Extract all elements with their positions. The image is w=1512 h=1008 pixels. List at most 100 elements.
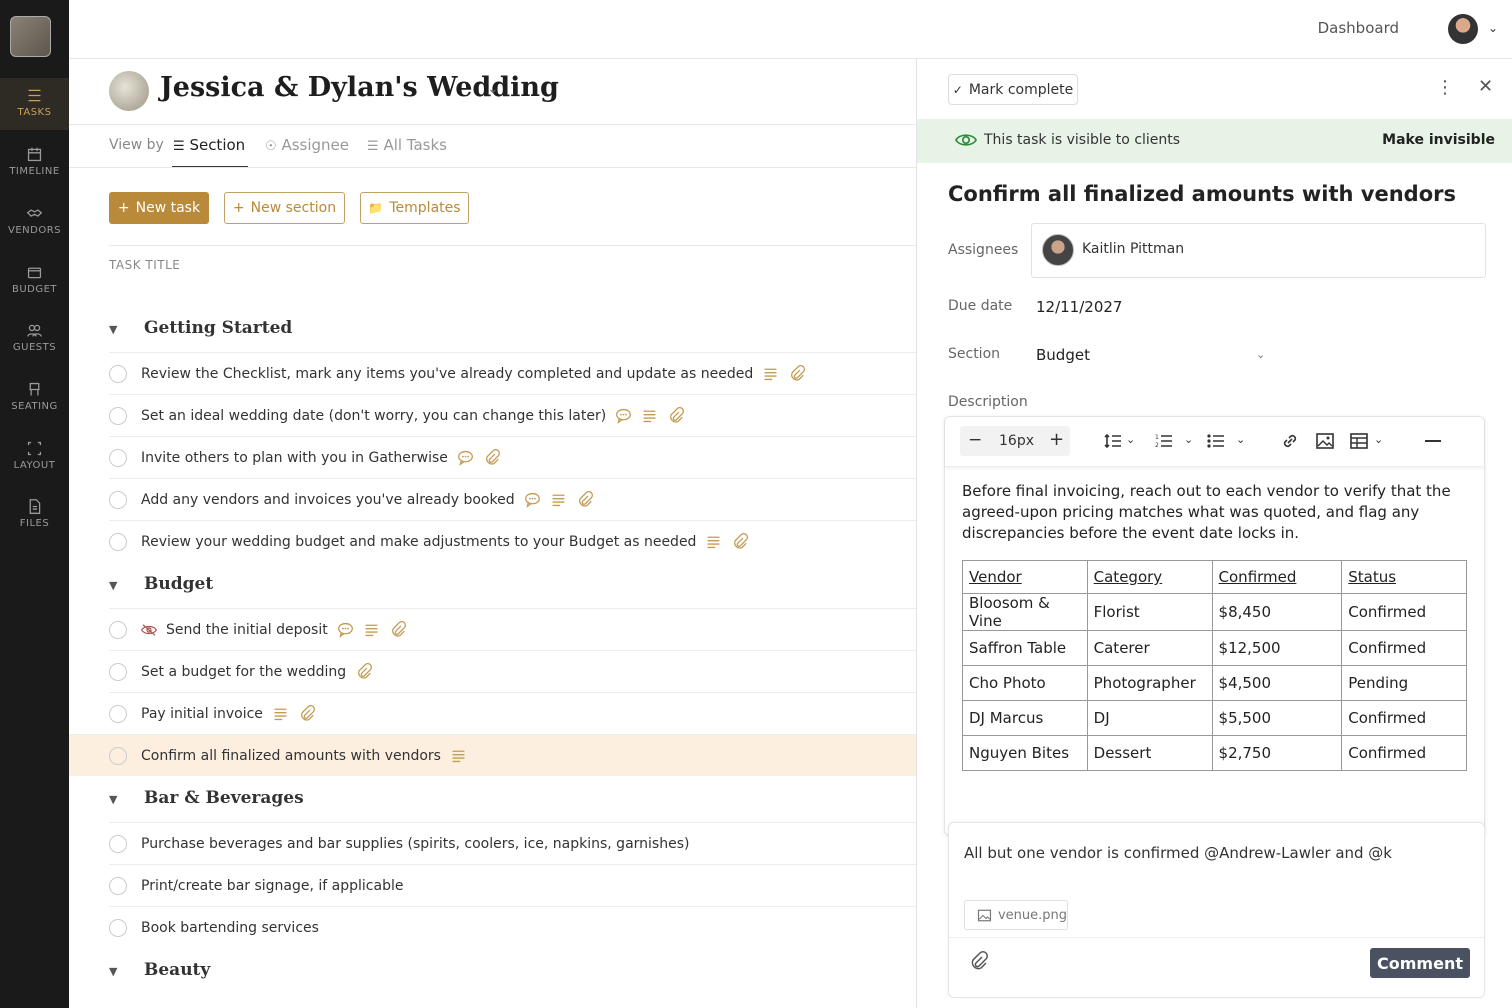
task-row[interactable]: Set an ideal wedding date (don't worry, …	[109, 394, 916, 436]
sidebar-item-budget[interactable]: BUDGET	[0, 255, 69, 307]
sidebar-item-guests[interactable]: GUESTS	[0, 313, 69, 365]
more-options-icon[interactable]: ⋮	[1436, 77, 1454, 98]
description-editor[interactable]: − 16px + ⌄ 12 ⌄ ⌄ ⌄ Before final invoici…	[944, 416, 1485, 836]
due-date-field[interactable]: 12/11/2027	[1036, 298, 1122, 316]
collapse-triangle-icon[interactable]: ▼	[109, 965, 144, 978]
table-cell[interactable]: DJ	[1086, 700, 1213, 736]
task-complete-checkbox[interactable]	[109, 834, 127, 853]
table-cell[interactable]: $5,500	[1211, 700, 1343, 736]
table-header-cell[interactable]: Confirmed	[1211, 560, 1343, 594]
task-row[interactable]: Review the Checklist, mark any items you…	[109, 352, 916, 394]
table-icon[interactable]	[1349, 431, 1369, 455]
make-invisible-button[interactable]: Make invisible	[1382, 132, 1495, 148]
table-cell[interactable]: Cho Photo	[962, 665, 1088, 701]
attachment-chip[interactable]: venue.png	[964, 900, 1068, 930]
table-cell[interactable]: Saffron Table	[962, 630, 1088, 666]
task-row[interactable]: Book bartending services	[109, 906, 916, 948]
task-complete-checkbox[interactable]	[109, 746, 127, 765]
description-text[interactable]: Before final invoicing, reach out to eac…	[962, 481, 1472, 544]
table-cell[interactable]: Confirmed	[1341, 700, 1467, 736]
project-title[interactable]: Jessica & Dylan's Wedding	[160, 72, 559, 103]
sidebar-item-layout[interactable]: LAYOUT	[0, 431, 69, 483]
table-cell[interactable]: Pending	[1341, 665, 1467, 701]
chevron-down-icon[interactable]: ⌄	[1184, 433, 1193, 446]
plus-icon[interactable]: +	[1049, 429, 1064, 450]
new-section-button[interactable]: + New section	[224, 192, 345, 224]
chevron-down-icon[interactable]: ⌄	[1374, 433, 1383, 446]
section-header[interactable]: ▼ Bar & Beverages	[109, 788, 304, 808]
mark-complete-button[interactable]: ✓ Mark complete	[948, 74, 1078, 105]
table-cell[interactable]: $8,450	[1211, 593, 1343, 631]
new-task-button[interactable]: + New task	[109, 192, 209, 224]
table-header-cell[interactable]: Category	[1086, 560, 1213, 594]
chevron-down-icon[interactable]: ⌄	[1236, 433, 1245, 446]
comment-button[interactable]: Comment	[1370, 948, 1470, 978]
task-complete-checkbox[interactable]	[109, 918, 127, 937]
horizontal-rule-icon[interactable]	[1423, 431, 1443, 455]
line-height-icon[interactable]	[1103, 431, 1123, 455]
task-row[interactable]: Print/create bar signage, if applicable	[109, 864, 916, 906]
task-row[interactable]: Send the initial deposit	[109, 608, 916, 650]
attachment-icon[interactable]	[968, 951, 988, 975]
image-icon[interactable]	[1315, 431, 1335, 455]
table-cell[interactable]: Caterer	[1086, 630, 1213, 666]
collapse-triangle-icon[interactable]: ▼	[109, 579, 144, 592]
assignee-field[interactable]: Kaitlin Pittman	[1031, 223, 1486, 278]
task-complete-checkbox[interactable]	[109, 704, 127, 723]
section-select[interactable]: Budget	[1036, 346, 1090, 364]
tab-section[interactable]: ☰ Section	[173, 136, 245, 154]
task-complete-checkbox[interactable]	[109, 876, 127, 895]
table-cell[interactable]: Florist	[1086, 593, 1213, 631]
task-complete-checkbox[interactable]	[109, 532, 127, 551]
table-cell[interactable]: Dessert	[1086, 735, 1213, 771]
vendor-table[interactable]: Vendor Category Confirmed Status Bloosom & V…	[962, 560, 1467, 771]
bullet-list-icon[interactable]	[1206, 431, 1226, 455]
table-cell[interactable]: Photographer	[1086, 665, 1213, 701]
chevron-down-icon[interactable]: ⌄	[1256, 348, 1265, 361]
task-complete-checkbox[interactable]	[109, 490, 127, 509]
table-cell[interactable]: $4,500	[1211, 665, 1343, 701]
task-complete-checkbox[interactable]	[109, 448, 127, 467]
user-avatar[interactable]	[1448, 14, 1478, 44]
task-row[interactable]: Pay initial invoice	[109, 692, 916, 734]
sidebar-item-files[interactable]: FILES	[0, 489, 69, 541]
table-cell[interactable]: Confirmed	[1341, 735, 1467, 771]
task-detail-title[interactable]: Confirm all finalized amounts with vendo…	[948, 182, 1456, 206]
comment-input[interactable]: All but one vendor is confirmed @Andrew-…	[964, 844, 1392, 862]
task-complete-checkbox[interactable]	[109, 364, 127, 383]
table-cell[interactable]: $2,750	[1211, 735, 1343, 771]
task-row[interactable]: Purchase beverages and bar supplies (spi…	[109, 822, 916, 864]
minus-icon[interactable]: −	[968, 430, 982, 450]
table-cell[interactable]: Nguyen Bites	[962, 735, 1088, 771]
dashboard-link[interactable]: Dashboard	[1318, 19, 1399, 37]
chevron-down-icon[interactable]: ⌄	[487, 81, 499, 97]
tab-all-tasks[interactable]: ☰ All Tasks	[367, 136, 447, 154]
table-cell[interactable]: Confirmed	[1341, 630, 1467, 666]
sidebar-item-timeline[interactable]: TIMELINE	[0, 137, 69, 189]
close-icon[interactable]: ✕	[1478, 76, 1493, 97]
table-cell[interactable]: $12,500	[1211, 630, 1343, 666]
task-row[interactable]: Add any vendors and invoices you've alre…	[109, 478, 916, 520]
link-icon[interactable]	[1280, 431, 1300, 455]
section-header[interactable]: ▼ Budget	[109, 574, 213, 594]
tab-assignee[interactable]: ☉ Assignee	[265, 136, 349, 154]
task-row[interactable]: Confirm all finalized amounts with vendo…	[69, 734, 916, 776]
task-complete-checkbox[interactable]	[109, 662, 127, 681]
task-row[interactable]: Set a budget for the wedding	[109, 650, 916, 692]
chevron-down-icon[interactable]: ⌄	[1126, 433, 1135, 446]
font-size-value[interactable]: 16px	[999, 433, 1034, 449]
ordered-list-icon[interactable]: 12	[1154, 431, 1174, 455]
sidebar-item-seating[interactable]: SEATING	[0, 372, 69, 424]
table-cell[interactable]: Bloosom & Vine	[962, 593, 1088, 631]
section-header[interactable]: ▼ Beauty	[109, 960, 210, 980]
table-cell[interactable]: DJ Marcus	[962, 700, 1088, 736]
task-complete-checkbox[interactable]	[109, 406, 127, 425]
table-header-cell[interactable]: Status	[1341, 560, 1467, 594]
app-logo[interactable]	[10, 16, 51, 57]
table-header-cell[interactable]: Vendor	[962, 560, 1088, 594]
task-complete-checkbox[interactable]	[109, 620, 127, 639]
sidebar-item-vendors[interactable]: VENDORS	[0, 196, 69, 248]
task-row[interactable]: Invite others to plan with you in Gather…	[109, 436, 916, 478]
chevron-down-icon[interactable]: ⌄	[1488, 21, 1498, 35]
collapse-triangle-icon[interactable]: ▼	[109, 793, 144, 806]
